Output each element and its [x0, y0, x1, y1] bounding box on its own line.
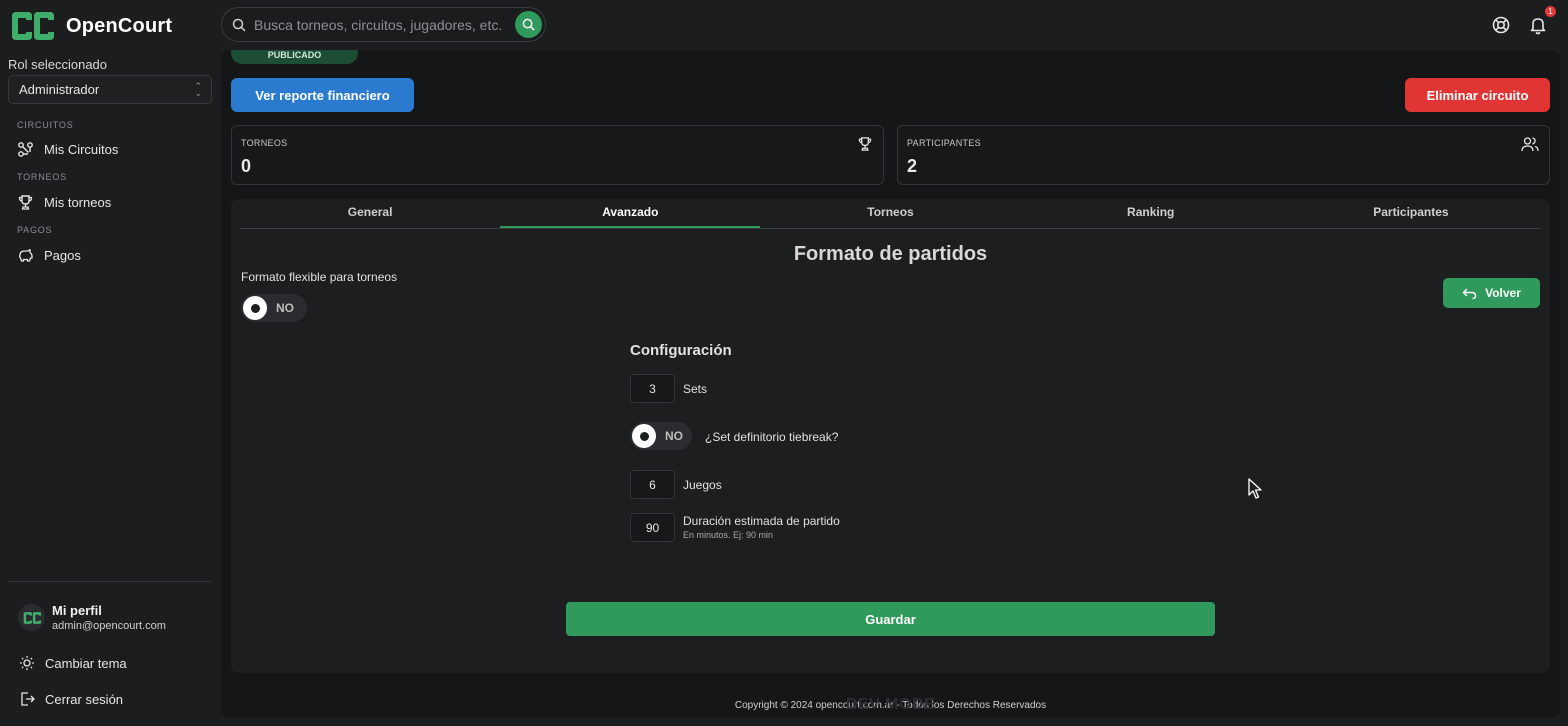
sidebar-item-label: Mis Circuitos — [44, 142, 119, 157]
chevron-up-down-icon: ⌃ ⌄ — [194, 81, 202, 98]
search-input[interactable] — [254, 16, 515, 33]
section-title-circuitos: CIRCUITOS — [17, 120, 74, 130]
toggle-state: NO — [665, 429, 683, 443]
opencourt-logo-icon — [23, 611, 41, 624]
config-title: Configuración — [630, 342, 732, 359]
logout-label: Cerrar sesión — [45, 691, 124, 707]
circuit-icon — [18, 142, 33, 157]
role-select[interactable]: Administrador ⌃ ⌄ — [8, 75, 212, 104]
bell-icon[interactable] — [1528, 15, 1548, 35]
flexible-format-label: Formato flexible para torneos — [241, 270, 398, 284]
stat-value: 0 — [241, 156, 252, 176]
games-input[interactable] — [630, 470, 675, 499]
tiebreak-toggle[interactable]: NO — [630, 422, 692, 450]
sets-label: Sets — [683, 382, 708, 396]
notification-badge: 1 — [1545, 6, 1556, 17]
sets-input[interactable] — [630, 374, 675, 403]
profile-link[interactable]: Mi perfil admin@opencourt.com — [18, 603, 166, 632]
sun-icon — [20, 656, 34, 670]
change-theme-button[interactable]: Cambiar tema — [19, 655, 127, 671]
tab-participantes[interactable]: Participantes — [1281, 199, 1541, 228]
divider — [8, 581, 212, 582]
status-badge: PUBLICADO — [231, 50, 358, 64]
brand[interactable]: OpenCourt — [8, 10, 172, 42]
top-bar: OpenCourt 1 — [0, 0, 1568, 50]
settings-panel: General Avanzado Torneos Ranking Partici… — [231, 199, 1550, 673]
role-select-value: Administrador — [19, 82, 100, 97]
avatar — [18, 604, 45, 631]
logout-button[interactable]: Cerrar sesión — [19, 691, 123, 707]
trophy-icon — [858, 137, 872, 151]
games-label: Juegos — [683, 478, 722, 492]
back-button-label: Volver — [1485, 286, 1521, 300]
tab-torneos[interactable]: Torneos — [760, 199, 1020, 228]
sidebar-item-mis-circuitos[interactable]: Mis Circuitos — [17, 141, 118, 158]
brand-name: OpenCourt — [66, 14, 173, 37]
stat-card-torneos: TORNEOS 0 — [231, 125, 884, 185]
stat-label: TORNEOS — [241, 138, 288, 148]
sidebar: Rol seleccionado Administrador ⌃ ⌄ CIRCUI… — [0, 50, 220, 726]
duration-input[interactable] — [630, 513, 675, 542]
profile-email: admin@opencourt.com — [52, 620, 166, 632]
tab-bar: General Avanzado Torneos Ranking Partici… — [240, 199, 1541, 229]
back-button[interactable]: Volver — [1443, 278, 1540, 308]
tab-avanzado[interactable]: Avanzado — [500, 199, 761, 228]
duration-hint: En minutos. Ej: 90 min — [683, 530, 774, 540]
sidebar-item-pagos[interactable]: Pagos — [17, 247, 81, 264]
search-bar — [221, 7, 546, 42]
profile-name: Mi perfil — [52, 603, 102, 618]
section-title-pagos: PAGOS — [17, 225, 53, 235]
sidebar-item-label: Pagos — [44, 248, 81, 263]
sidebar-item-label: Mis torneos — [44, 195, 112, 210]
section-title: Formato de partidos — [793, 243, 988, 265]
financial-report-button[interactable]: Ver reporte financiero — [231, 78, 414, 112]
stat-card-participantes: PARTICIPANTES 2 — [897, 125, 1550, 185]
tab-general[interactable]: General — [240, 199, 500, 228]
search-icon — [522, 18, 535, 31]
stat-value: 2 — [907, 156, 918, 176]
piggy-bank-icon — [18, 248, 33, 262]
trophy-icon — [18, 195, 33, 210]
tab-ranking[interactable]: Ranking — [1021, 199, 1281, 228]
change-theme-label: Cambiar tema — [45, 655, 127, 671]
undo-arrow-icon — [1462, 287, 1477, 299]
sidebar-item-mis-torneos[interactable]: Mis torneos — [17, 194, 111, 211]
main-content: PUBLICADO Ver reporte financiero Elimina… — [221, 50, 1560, 718]
search-submit-button[interactable] — [515, 11, 542, 38]
duration-label: Duración estimada de partido — [683, 514, 840, 528]
dev-mode-watermark: DEV MODE — [845, 696, 936, 713]
toggle-state: NO — [276, 301, 294, 315]
opencourt-logo-icon — [12, 12, 54, 40]
stat-label: PARTICIPANTES — [907, 138, 981, 148]
delete-circuit-button[interactable]: Eliminar circuito — [1405, 78, 1550, 112]
tiebreak-label: ¿Set definitorio tiebreak? — [705, 430, 839, 444]
section-title-torneos: TORNEOS — [17, 172, 67, 182]
help-lifebuoy-icon[interactable] — [1491, 15, 1511, 35]
toggle-knob — [243, 296, 267, 320]
users-icon — [1521, 137, 1539, 152]
mouse-cursor-icon — [1248, 478, 1262, 499]
role-label: Rol seleccionado — [8, 57, 108, 72]
logout-icon — [21, 692, 35, 706]
flexible-format-toggle[interactable]: NO — [241, 294, 307, 322]
toggle-knob — [632, 424, 656, 448]
save-button[interactable]: Guardar — [566, 602, 1215, 636]
search-icon — [232, 18, 246, 32]
